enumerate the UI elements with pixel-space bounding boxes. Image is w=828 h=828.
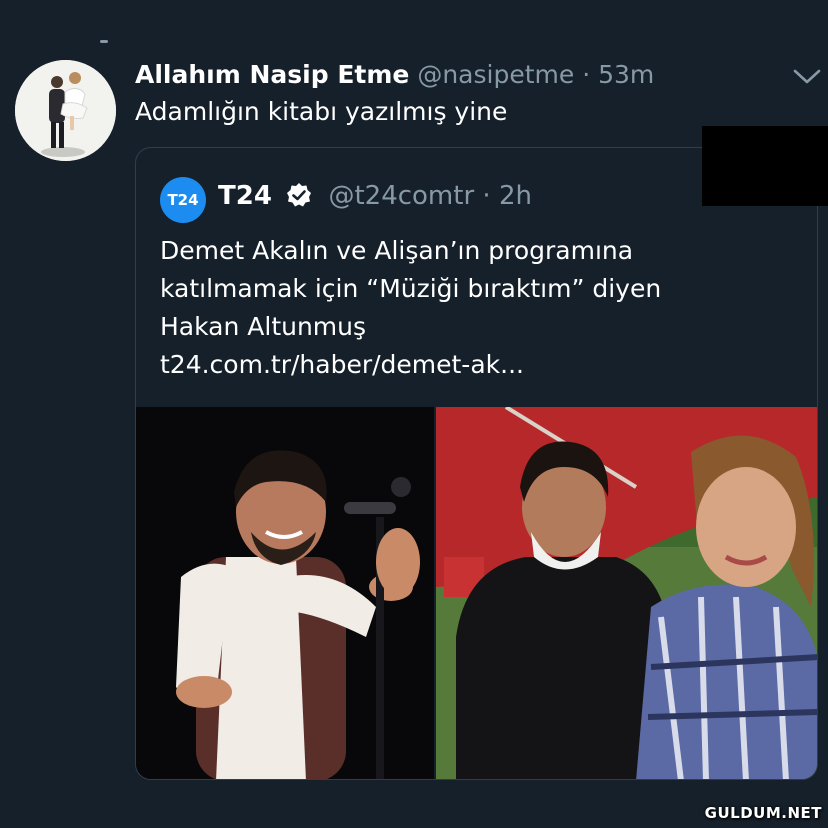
tweet-header: Allahım Nasip Etme @nasipetme · 53m: [135, 58, 654, 92]
redaction-box: [702, 126, 828, 206]
avatar-image: [15, 60, 116, 161]
quoted-tweet-text: Demet Akalın ve Alişan’ın programına kat…: [160, 232, 800, 384]
verified-badge-icon: [287, 183, 312, 207]
quoted-media: [136, 407, 818, 780]
tweet-time[interactable]: 53m: [598, 60, 654, 89]
author-name[interactable]: Allahım Nasip Etme: [135, 60, 409, 89]
t24-logo[interactable]: T24: [160, 177, 206, 223]
top-edge-mark: [100, 40, 108, 43]
author-handle[interactable]: @nasipetme: [417, 60, 574, 89]
quoted-tweet-header: T24 @t24comtr · 2h: [218, 178, 532, 214]
quoted-tweet-card[interactable]: T24 T24 @t24comtr · 2h Demet Akalın ve A…: [135, 147, 818, 780]
quoted-text-line: Demet Akalın ve Alişan’ın programına: [160, 236, 634, 265]
tweet-text: Adamlığın kitabı yazılmış yine: [135, 97, 508, 126]
singer-on-stage-photo[interactable]: [136, 407, 434, 780]
separator-dot: ·: [582, 60, 591, 89]
couple-under-umbrella-photo[interactable]: [436, 407, 818, 780]
avatar[interactable]: [15, 60, 116, 161]
quoted-tweet-time[interactable]: 2h: [499, 181, 532, 211]
quoted-link[interactable]: t24.com.tr/haber/demet-ak...: [160, 346, 800, 384]
quoted-text-line: Hakan Altunmuş: [160, 312, 367, 341]
quoted-separator-dot: ·: [482, 181, 491, 211]
quoted-author-name[interactable]: T24: [218, 181, 272, 211]
quoted-text-line: katılmamak için “Müziği bıraktım” diyen: [160, 274, 662, 303]
quoted-author-handle[interactable]: @t24comtr: [328, 181, 474, 211]
watermark: GULDUM.NET: [704, 804, 822, 822]
chevron-down-icon[interactable]: [790, 64, 824, 88]
